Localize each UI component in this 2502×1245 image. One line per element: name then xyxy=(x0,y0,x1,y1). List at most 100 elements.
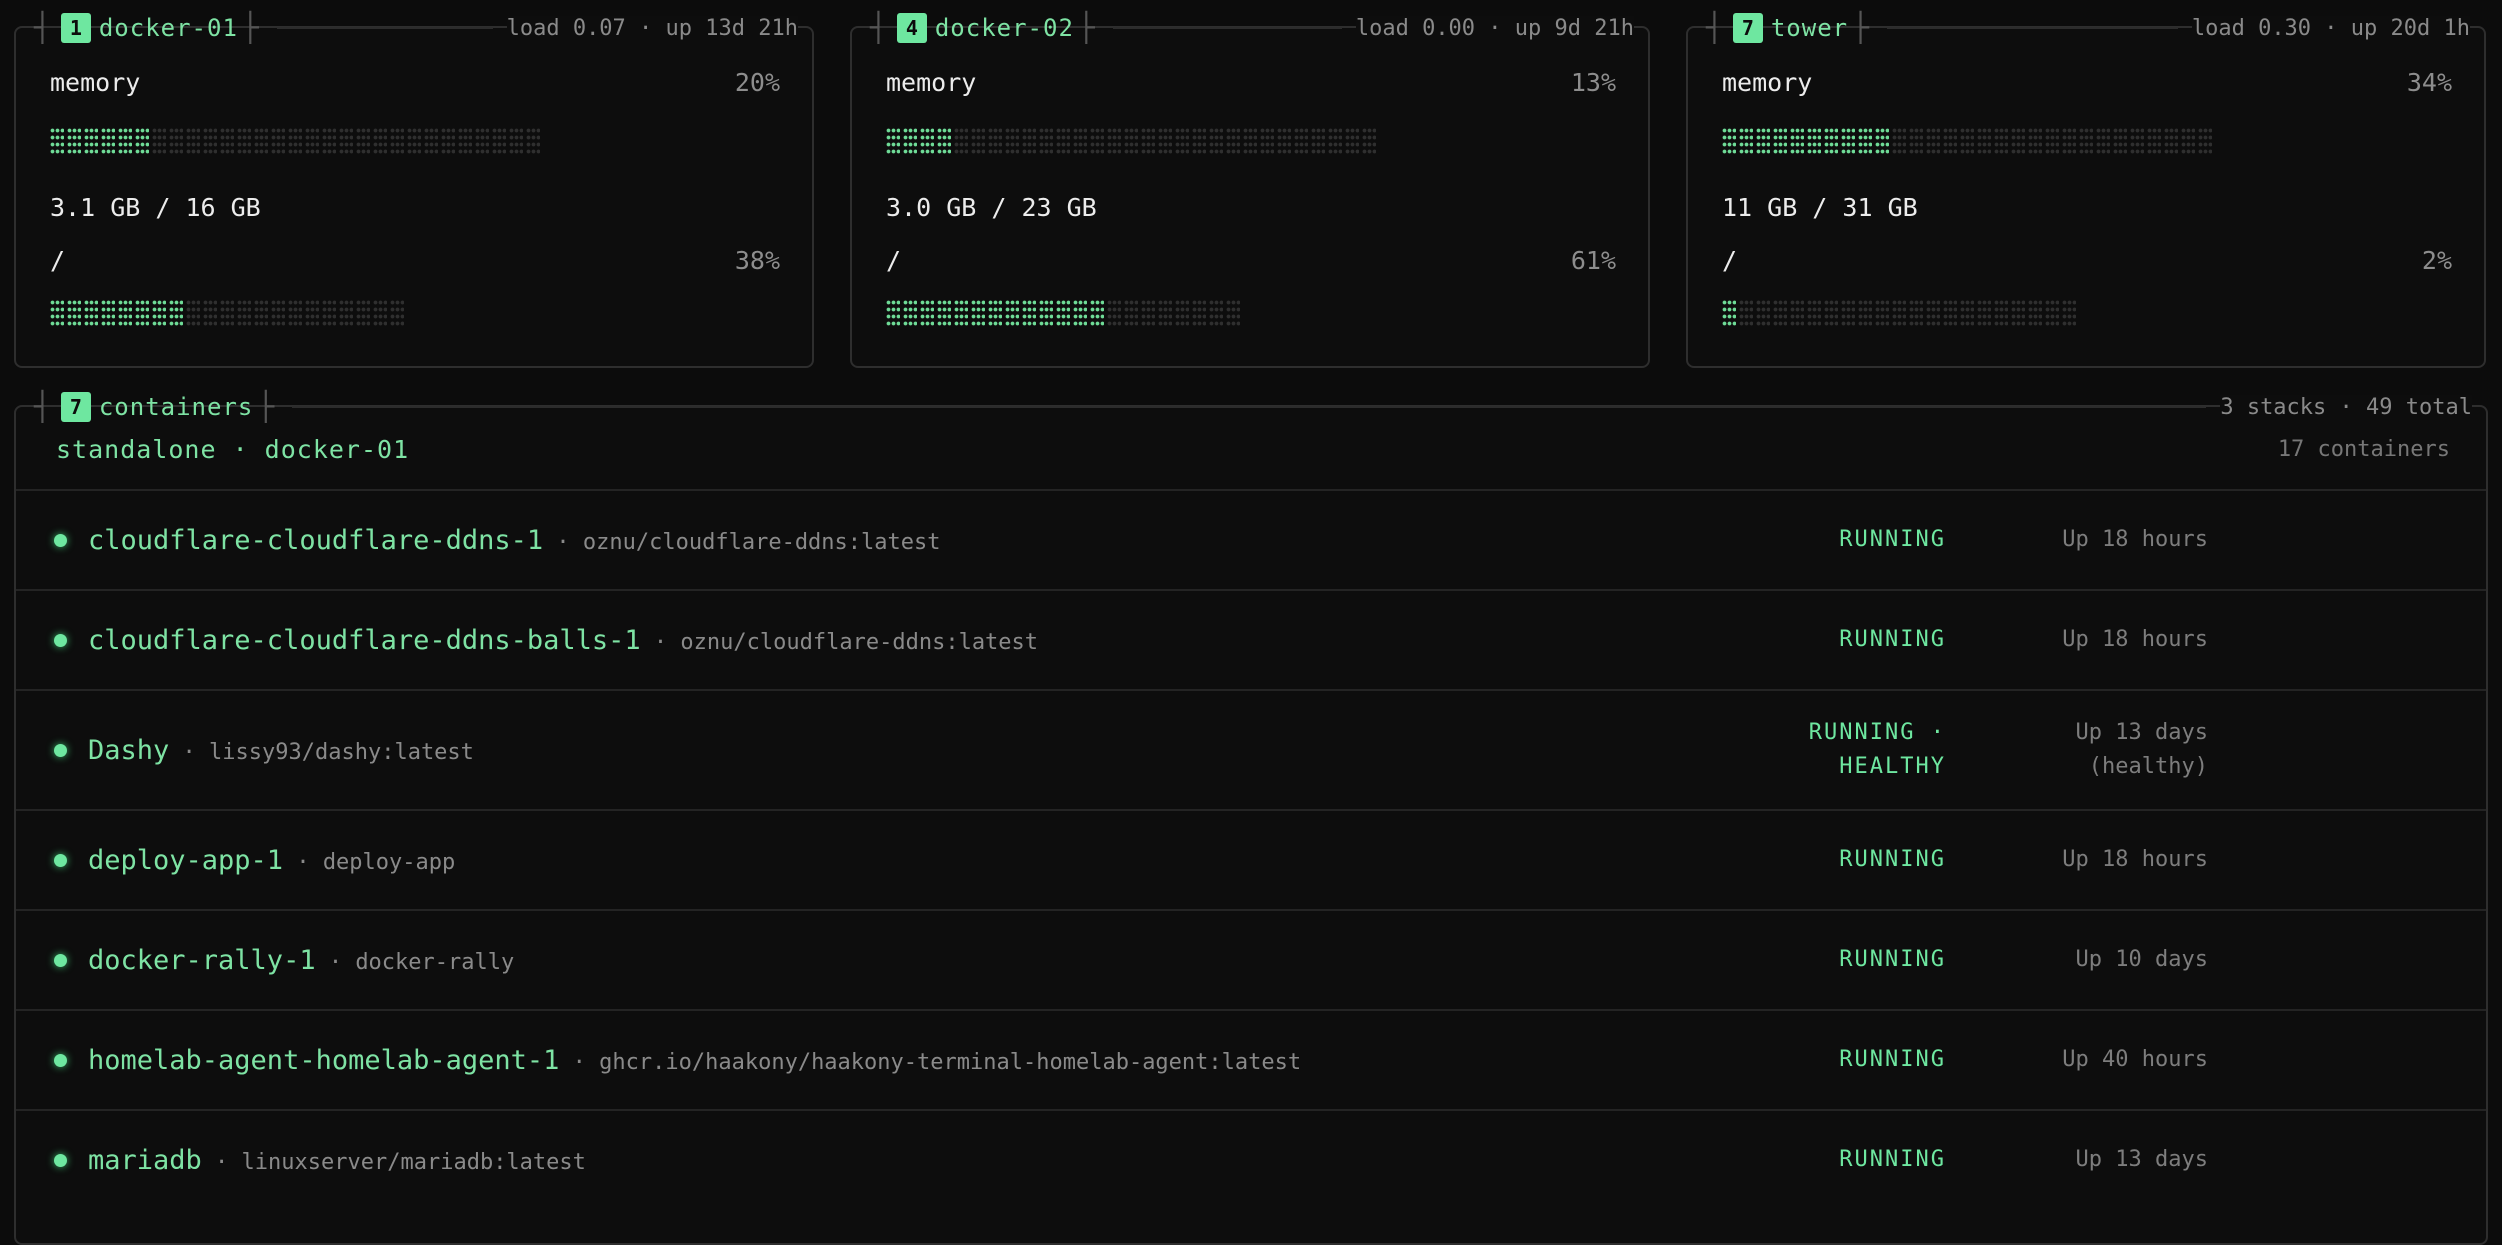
bar-cell xyxy=(220,127,234,155)
bar-cell xyxy=(1807,299,1821,327)
bar-cell xyxy=(2062,299,2076,327)
bar-cell xyxy=(322,127,336,155)
bar-cell xyxy=(84,127,98,155)
container-name-cell: cloudflare-cloudflare-ddns-balls-1 · ozn… xyxy=(88,625,1038,656)
memory-percent: 13% xyxy=(1570,68,1616,97)
bar-cell xyxy=(305,127,319,155)
container-name[interactable]: mariadb xyxy=(88,1145,202,1176)
bar-cell xyxy=(1960,299,1974,327)
header-divider xyxy=(1112,27,1342,29)
bar-cell xyxy=(305,299,319,327)
container-name[interactable]: cloudflare-cloudflare-ddns-1 xyxy=(88,525,543,556)
host-index-badge: 4 xyxy=(896,13,927,43)
bar-cell xyxy=(1875,127,1889,155)
bar-cell xyxy=(84,299,98,327)
container-image: · ghcr.io/haakony/haakony-terminal-homel… xyxy=(559,1049,1302,1075)
bar-cell xyxy=(1824,299,1838,327)
host-name: docker-01 xyxy=(98,14,238,42)
containers-title: containers xyxy=(98,393,254,421)
disk-row: / 61% xyxy=(886,246,1616,275)
bar-cell xyxy=(339,127,353,155)
bar-cell xyxy=(237,299,251,327)
bar-cell xyxy=(237,127,251,155)
container-image: · docker-rally xyxy=(315,949,515,975)
memory-percent: 34% xyxy=(2406,68,2452,97)
bar-cell xyxy=(2181,127,2195,155)
bar-cell xyxy=(2011,127,2025,155)
container-row[interactable]: mariadb · linuxserver/mariadb:latest RUN… xyxy=(16,1109,2486,1209)
memory-label: memory xyxy=(886,68,977,97)
disk-percent: 2% xyxy=(2421,246,2452,275)
bar-cell xyxy=(1773,299,1787,327)
group-count: 17 containers xyxy=(2277,437,2450,462)
bar-cell xyxy=(458,127,472,155)
container-name-cell: homelab-agent-homelab-agent-1 · ghcr.io/… xyxy=(88,1045,1301,1076)
bar-cell xyxy=(1039,127,1053,155)
container-row[interactable]: deploy-app-1 · deploy-app RUNNING Up 18 … xyxy=(16,809,2486,909)
disk-row: / 2% xyxy=(1722,246,2452,275)
status-dot-icon xyxy=(54,743,67,757)
bar-cell xyxy=(988,299,1002,327)
status-dot-icon xyxy=(54,853,67,867)
bar-cell xyxy=(920,299,934,327)
memory-percent: 20% xyxy=(734,68,780,97)
bar-cell xyxy=(1073,127,1087,155)
bar-cell xyxy=(1022,299,1036,327)
bar-cell xyxy=(1124,299,1138,327)
container-name[interactable]: deploy-app-1 xyxy=(88,845,283,876)
container-row[interactable]: docker-rally-1 · docker-rally RUNNING Up… xyxy=(16,909,2486,1009)
bar-cell xyxy=(971,127,985,155)
bar-cell xyxy=(1943,127,1957,155)
bar-cell xyxy=(1158,127,1172,155)
bar-cell xyxy=(254,299,268,327)
bar-cell xyxy=(101,127,115,155)
container-image: · oznu/cloudflare-ddns:latest xyxy=(543,529,941,555)
bar-cell xyxy=(1841,127,1855,155)
container-name[interactable]: Dashy xyxy=(88,735,169,766)
bar-cell xyxy=(2147,127,2161,155)
disk-bar xyxy=(886,297,1616,329)
bar-cell xyxy=(118,299,132,327)
bar-cell xyxy=(339,299,353,327)
host-index-badge: 7 xyxy=(1732,13,1763,43)
bar-cell xyxy=(937,299,951,327)
bar-cell xyxy=(441,127,455,155)
bar-cell xyxy=(135,127,149,155)
container-name[interactable]: cloudflare-cloudflare-ddns-balls-1 xyxy=(88,625,641,656)
bar-cell xyxy=(1175,299,1189,327)
bar-cell xyxy=(169,299,183,327)
bar-cell xyxy=(1722,299,1736,327)
container-state: RUNNING xyxy=(1839,1147,1946,1172)
containers-meta: 3 stacks · 49 total xyxy=(2220,394,2472,420)
container-row[interactable]: cloudflare-cloudflare-ddns-1 · oznu/clou… xyxy=(16,489,2486,589)
bar-cell xyxy=(1960,127,1974,155)
bar-cell xyxy=(254,127,268,155)
bar-cell xyxy=(1294,127,1308,155)
bar-cell xyxy=(886,127,900,155)
bar-cell xyxy=(67,127,81,155)
bar-cell xyxy=(50,127,64,155)
bar-cell xyxy=(390,127,404,155)
container-row[interactable]: homelab-agent-homelab-agent-1 · ghcr.io/… xyxy=(16,1009,2486,1109)
bar-cell xyxy=(1107,127,1121,155)
bar-cell xyxy=(2079,127,2093,155)
bar-cell xyxy=(1345,127,1359,155)
bar-cell xyxy=(186,299,200,327)
container-row[interactable]: Dashy · lissy93/dashy:latest RUNNING · H… xyxy=(16,689,2486,809)
container-image: · deploy-app xyxy=(283,849,456,875)
status-dot-icon xyxy=(54,533,67,547)
container-row[interactable]: cloudflare-cloudflare-ddns-balls-1 · ozn… xyxy=(16,589,2486,689)
container-name[interactable]: homelab-agent-homelab-agent-1 xyxy=(88,1045,559,1076)
bar-cell xyxy=(220,299,234,327)
bar-cell xyxy=(67,299,81,327)
container-image: · linuxserver/mariadb:latest xyxy=(201,1149,586,1175)
header-divider xyxy=(1886,27,2178,29)
bar-cell xyxy=(920,127,934,155)
bar-cell xyxy=(101,299,115,327)
bar-cell xyxy=(1875,299,1889,327)
bar-cell xyxy=(1073,299,1087,327)
memory-bar xyxy=(886,125,1616,157)
memory-bar xyxy=(50,125,780,157)
bar-cell xyxy=(1209,299,1223,327)
container-name[interactable]: docker-rally-1 xyxy=(88,945,316,976)
